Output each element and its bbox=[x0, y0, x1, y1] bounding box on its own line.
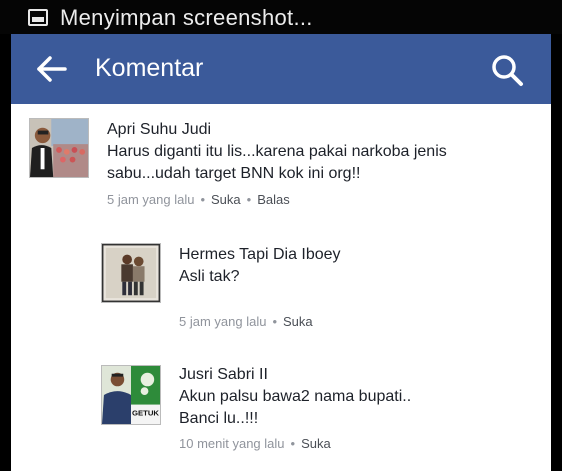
search-icon bbox=[492, 55, 523, 86]
image-icon bbox=[28, 9, 48, 26]
avatar[interactable] bbox=[101, 243, 161, 303]
separator-dot: • bbox=[200, 192, 206, 207]
comment-text: Harus diganti itu lis...karena pakai nar… bbox=[107, 143, 447, 160]
comment-text: sabu...udah target BNN kok ini org!! bbox=[107, 165, 361, 182]
comment-text: Banci lu..!!! bbox=[179, 410, 259, 427]
status-text: Menyimpan screenshot... bbox=[60, 5, 313, 30]
comments-screen: Komentar Apri Suhu Judi Harus diganti it… bbox=[11, 34, 551, 471]
comment-meta: 10 menit yang lalu • Suka bbox=[179, 436, 331, 451]
avatar[interactable]: GETUK bbox=[101, 365, 161, 425]
like-button[interactable]: Suka bbox=[283, 314, 313, 329]
separator-dot: • bbox=[272, 314, 278, 329]
comment-author[interactable]: Hermes Tapi Dia Iboey bbox=[179, 246, 341, 264]
search-button[interactable] bbox=[489, 52, 525, 88]
comment-time: 5 jam yang lalu bbox=[107, 192, 195, 207]
like-button[interactable]: Suka bbox=[301, 436, 331, 451]
profile-photo-icon bbox=[30, 119, 88, 177]
comment-author[interactable]: Apri Suhu Judi bbox=[107, 121, 211, 139]
profile-photo-icon bbox=[102, 244, 160, 302]
avatar[interactable] bbox=[29, 118, 89, 178]
comment-time: 5 jam yang lalu bbox=[179, 314, 267, 329]
avatar-badge-text: GETUK bbox=[132, 408, 159, 417]
comment-time: 10 menit yang lalu bbox=[179, 436, 285, 451]
app-bar: Komentar bbox=[11, 34, 551, 104]
page-title: Komentar bbox=[95, 54, 204, 82]
comment-text: Akun palsu bawa2 nama bupati.. bbox=[179, 388, 412, 405]
comment-meta: 5 jam yang lalu • Suka • Balas bbox=[107, 192, 290, 207]
arrow-left-icon bbox=[37, 56, 67, 82]
separator-dot: • bbox=[246, 192, 252, 207]
reply-button[interactable]: Balas bbox=[257, 192, 290, 207]
comment-meta: 5 jam yang lalu • Suka bbox=[179, 314, 313, 329]
comment-text: Asli tak? bbox=[179, 268, 240, 285]
separator-dot: • bbox=[290, 436, 296, 451]
status-bar: Menyimpan screenshot... bbox=[0, 0, 562, 34]
profile-photo-icon: GETUK bbox=[102, 366, 160, 424]
comment-author[interactable]: Jusri Sabri II bbox=[179, 366, 268, 384]
back-button[interactable] bbox=[33, 54, 69, 84]
like-button[interactable]: Suka bbox=[211, 192, 241, 207]
